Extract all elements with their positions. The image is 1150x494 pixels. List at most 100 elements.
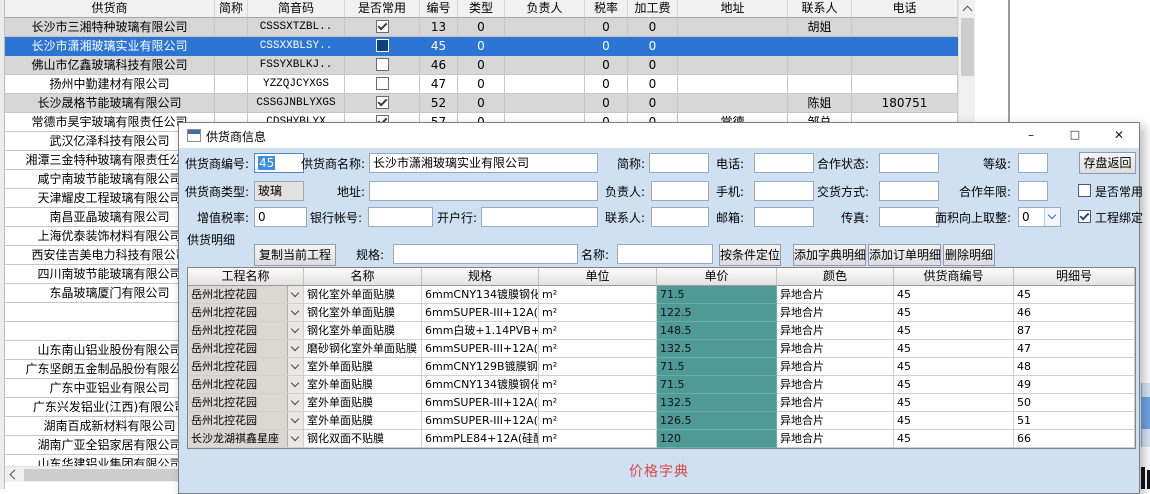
cell[interactable]: 扬州中勤建材有限公司	[5, 75, 215, 94]
project-combo-drop-button[interactable]	[287, 322, 303, 339]
table-row[interactable]: 长沙市潇湘玻璃实业有限公司CSSXXBLSY..45000	[5, 37, 958, 56]
bank-account-input[interactable]	[368, 207, 433, 227]
cell[interactable]	[678, 37, 788, 56]
cell[interactable]	[678, 56, 788, 75]
detail-row[interactable]: 岳州北控花园室外单面贴膜6mmSUPER-III+12A(硅...m²126.5…	[188, 412, 1135, 430]
cell[interactable]: 180751	[852, 94, 958, 113]
cell[interactable]: 室外单面贴膜	[304, 412, 422, 430]
spec-filter-input[interactable]	[393, 244, 578, 264]
cell[interactable]: 钢化室外单面贴膜	[304, 322, 422, 340]
is-common-checkbox[interactable]	[1078, 184, 1091, 197]
cell[interactable]: 6mmCNY129B镀膜钢化	[422, 358, 539, 376]
cell[interactable]: 45	[894, 286, 1014, 304]
cell[interactable]: m²	[539, 286, 657, 304]
cell[interactable]: m²	[539, 340, 657, 358]
cell[interactable]: 0	[585, 75, 628, 94]
save-return-button[interactable]: 存盘返回	[1079, 152, 1136, 174]
cell[interactable]: 岳州北控花园	[188, 322, 304, 340]
detail-column-header[interactable]: 名称	[304, 268, 422, 286]
cell[interactable]: 异地合片	[777, 394, 894, 412]
column-header[interactable]: 联系人	[788, 0, 852, 18]
cell[interactable]	[215, 18, 248, 37]
area-round-up-combobox[interactable]: 0	[1018, 207, 1061, 227]
coop-years-input[interactable]	[1018, 181, 1048, 201]
cell[interactable]: 6mmCNY134镀膜钢化	[422, 286, 539, 304]
detail-column-header[interactable]: 供货商编号	[894, 268, 1014, 286]
column-header[interactable]: 加工费	[628, 0, 678, 18]
cell[interactable]: 0	[458, 75, 505, 94]
cell[interactable]: 45	[894, 340, 1014, 358]
horizontal-scroll-thumb[interactable]	[24, 469, 178, 481]
detail-row[interactable]: 岳州北控花园钢化室外单面贴膜6mmCNY134镀膜钢化m²71.5异地合片454…	[188, 286, 1135, 304]
vertical-scroll-thumb[interactable]	[961, 18, 974, 76]
cell[interactable]: 6mmPLE84+12A(硅酮胶...	[422, 430, 539, 448]
cell[interactable]	[215, 94, 248, 113]
cell[interactable]: 0	[585, 37, 628, 56]
cell[interactable]: 45	[894, 430, 1014, 448]
address-input[interactable]	[369, 181, 598, 201]
cell-price[interactable]: 148.5	[657, 322, 777, 340]
detail-row[interactable]: 岳州北控花园磨砂钢化室外单面贴膜6mmSUPER-III+12A(硅...m²1…	[188, 340, 1135, 358]
cell[interactable]: CSSSXTZBL..	[248, 18, 345, 37]
email-input[interactable]	[754, 207, 814, 227]
cell[interactable]: 0	[585, 18, 628, 37]
maximize-button[interactable]: □	[1053, 123, 1097, 147]
cell[interactable]: 岳州北控花园	[188, 304, 304, 322]
cell[interactable]: 岳州北控花园	[188, 376, 304, 394]
cell[interactable]: m²	[539, 412, 657, 430]
cell[interactable]: 45	[1014, 286, 1135, 304]
cell-price[interactable]: 71.5	[657, 358, 777, 376]
detail-row[interactable]: 岳州北控花园室外单面贴膜6mmCNY129B镀膜钢化m²71.5异地合片4548	[188, 358, 1135, 376]
column-header[interactable]: 编号	[420, 0, 458, 18]
detail-column-header[interactable]: 颜色	[777, 268, 894, 286]
cell[interactable]	[678, 94, 788, 113]
detail-column-header[interactable]: 单位	[539, 268, 657, 286]
cell[interactable]: 48	[1014, 358, 1135, 376]
cell[interactable]	[505, 94, 585, 113]
cell[interactable]: 异地合片	[777, 340, 894, 358]
cell[interactable]	[345, 94, 420, 113]
supplier-name-input[interactable]: 长沙市潇湘玻璃实业有限公司	[369, 153, 598, 173]
grade-input[interactable]	[1018, 153, 1048, 173]
phone-input[interactable]	[754, 153, 814, 173]
cell[interactable]: CSSXXBLSY..	[248, 37, 345, 56]
locate-by-condition-button[interactable]: 按条件定位	[719, 244, 781, 266]
minimize-button[interactable]: –	[1009, 123, 1053, 147]
column-header[interactable]: 负责人	[505, 0, 585, 18]
cell[interactable]: 异地合片	[777, 358, 894, 376]
contact-input[interactable]	[651, 207, 709, 227]
cell[interactable]: 45	[894, 304, 1014, 322]
delivery-input[interactable]	[879, 181, 939, 201]
project-combo-drop-button[interactable]	[287, 430, 303, 447]
table-row[interactable]: 佛山市亿鑫玻璃科技有限公司FSSYXBLKJ..46000	[5, 56, 958, 75]
cell[interactable]: 室外单面贴膜	[304, 376, 422, 394]
cell[interactable]: 异地合片	[777, 376, 894, 394]
cell[interactable]	[678, 18, 788, 37]
column-header[interactable]: 简称	[215, 0, 248, 18]
detail-row[interactable]: 岳州北控花园钢化室外单面贴膜6mm白玻+1.14PVB+6mm...m²148.…	[188, 322, 1135, 340]
project-combo-drop-button[interactable]	[287, 304, 303, 321]
cell[interactable]: 岳州北控花园	[188, 412, 304, 430]
cell-price[interactable]: 122.5	[657, 304, 777, 322]
cell[interactable]: 长沙龙湖祺鑫星座	[188, 430, 304, 448]
cell[interactable]: YZZQJCYXGS	[248, 75, 345, 94]
column-header[interactable]: 是否常用	[345, 0, 420, 18]
cell[interactable]	[505, 18, 585, 37]
table-row[interactable]: 扬州中勤建材有限公司YZZQJCYXGS47000	[5, 75, 958, 94]
cell[interactable]: 50	[1014, 394, 1135, 412]
cell[interactable]: 长沙市三湘特种玻璃有限公司	[5, 18, 215, 37]
cell[interactable]	[505, 56, 585, 75]
cell-price[interactable]: 120	[657, 430, 777, 448]
cell[interactable]: 岳州北控花园	[188, 394, 304, 412]
supplier-no-input[interactable]: 45	[254, 153, 304, 173]
cell[interactable]: 66	[1014, 430, 1135, 448]
project-combo-drop-button[interactable]	[287, 286, 303, 303]
cell-price[interactable]: 132.5	[657, 340, 777, 358]
cell[interactable]: 异地合片	[777, 286, 894, 304]
cell[interactable]: 异地合片	[777, 412, 894, 430]
cell[interactable]: 长沙晟格节能玻璃有限公司	[5, 94, 215, 113]
cell[interactable]	[852, 56, 958, 75]
column-header[interactable]: 供货商	[5, 0, 215, 18]
cell[interactable]	[852, 18, 958, 37]
cell[interactable]: 45	[894, 394, 1014, 412]
